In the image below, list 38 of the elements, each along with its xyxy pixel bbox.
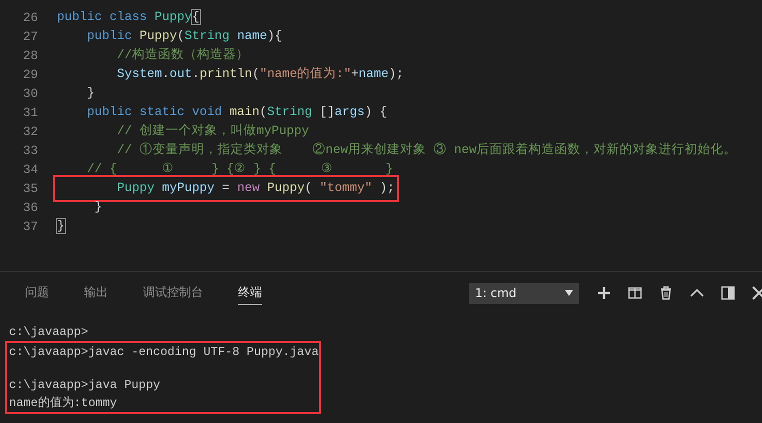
line-number: 31 xyxy=(22,106,39,120)
code-line: } xyxy=(94,199,102,216)
terminal-line: name的值为:tommy xyxy=(9,395,118,412)
line-number: 32 xyxy=(22,124,39,138)
line-number: 34 xyxy=(22,162,39,176)
code-line: public Puppy(String name){ xyxy=(86,28,282,45)
line-number: 27 xyxy=(22,30,39,44)
close-icon[interactable] xyxy=(752,286,762,300)
panel-tab[interactable]: 输出 xyxy=(84,281,108,305)
line-number: 30 xyxy=(22,86,39,100)
line-number: 29 xyxy=(22,68,39,82)
line-number: 26 xyxy=(22,10,39,24)
plus-icon[interactable] xyxy=(597,286,611,300)
line-number: 35 xyxy=(22,182,39,196)
terminal-line: c:\javaapp>java Puppy xyxy=(9,377,162,394)
code-line: public static void main(String []args) { xyxy=(86,104,388,121)
panel-maximize-icon[interactable] xyxy=(721,286,735,300)
terminal-line: c:\javaapp>javac -encoding UTF-8 Puppy.java xyxy=(9,344,319,361)
code-line: // { ① } {② } { ③ } xyxy=(86,161,394,178)
terminal-dropdown[interactable]: 1: cmd xyxy=(469,282,579,304)
code-line: //构造函数（构造器） xyxy=(116,46,250,64)
panel-tab[interactable]: 问题 xyxy=(25,281,49,305)
code-line: public class Puppy{ xyxy=(57,9,200,26)
panel-tab[interactable]: 终端 xyxy=(238,281,262,305)
code-line: } xyxy=(86,85,95,102)
code-line: System.out.println("name的值为:"+name); xyxy=(116,66,404,83)
line-number: 28 xyxy=(22,48,39,62)
panel-tab[interactable]: 调试控制台 xyxy=(143,281,203,305)
line-number: 33 xyxy=(22,144,39,158)
terminal-line: c:\javaapp> xyxy=(9,324,90,341)
split-icon[interactable] xyxy=(628,286,642,300)
line-number: 37 xyxy=(22,220,39,234)
line-number: 36 xyxy=(22,200,39,214)
code-line: } xyxy=(57,218,65,235)
code-line: // ①变量声明，指定类对象 ②new用来创建对象 ③ new后面跟着构造函数，对新的对象进行初始化。 xyxy=(116,142,737,159)
code-line: // 创建一个对象，叫做myPuppy xyxy=(116,122,310,140)
dropdown-caret-icon xyxy=(565,290,573,296)
trash-icon[interactable] xyxy=(659,286,673,300)
